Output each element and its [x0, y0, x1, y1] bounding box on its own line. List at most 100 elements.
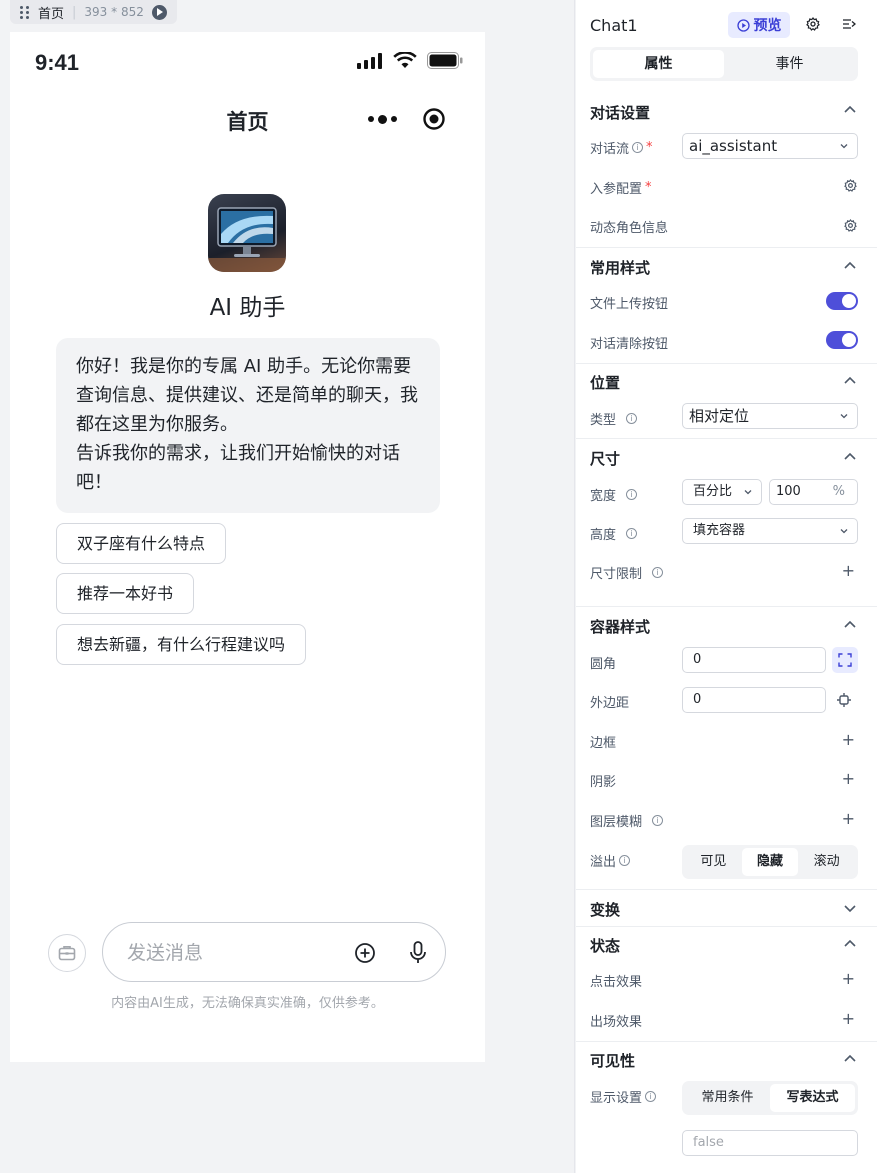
info-icon[interactable]: i [626, 489, 638, 500]
section-state[interactable]: 状态 [590, 935, 620, 956]
corner-radius-toggle[interactable] [832, 647, 858, 673]
play-circle-icon [736, 18, 750, 32]
section-dialog-settings[interactable]: 对话设置 [590, 102, 650, 123]
position-type-row: 类型 i [590, 409, 638, 428]
phone-preview: 9:41 首页 AI 助手 你好！我是你的专属 AI 助手。无论你需要查询信息、… [10, 32, 485, 1062]
settings-gear-icon[interactable] [806, 17, 820, 31]
suggestion-chip[interactable]: 想去新疆，有什么行程建议吗 [56, 624, 307, 665]
corners-icon [838, 653, 852, 667]
chevron-up-icon[interactable] [843, 261, 857, 271]
overflow-hidden[interactable]: 隐藏 [741, 848, 799, 876]
position-type-select[interactable]: 相对定位 [682, 403, 858, 429]
expression-input[interactable]: false [682, 1130, 858, 1156]
chevron-up-icon[interactable] [843, 939, 857, 949]
upload-button-toggle[interactable] [826, 292, 858, 310]
required-mark: * [646, 140, 653, 155]
page-name: 首页 [38, 6, 65, 22]
blur-row: 图层模糊 i [590, 811, 664, 830]
chevron-up-icon[interactable] [843, 452, 857, 462]
more-icon[interactable] [356, 114, 408, 124]
preview-button[interactable]: 预览 [728, 12, 790, 38]
message-input-box [102, 922, 446, 982]
add-enter-effect-icon[interactable]: + [842, 1011, 855, 1027]
chevron-down-icon [840, 144, 848, 149]
info-icon[interactable]: i [632, 142, 644, 153]
info-icon[interactable]: i [626, 413, 638, 424]
add-blur-icon[interactable]: + [842, 811, 855, 827]
input-params-row: 入参配置 * [590, 178, 652, 197]
flow-label-row: 对话流 i * [590, 138, 653, 157]
height-select[interactable]: 填充容器 [682, 518, 858, 544]
page-tag[interactable]: 首页 | 393 * 852 [10, 0, 177, 24]
message-input[interactable] [127, 937, 327, 969]
overflow-visible[interactable]: 可见 [685, 848, 742, 876]
display-common-conditions[interactable]: 常用条件 [685, 1084, 770, 1112]
settings-gear-icon[interactable] [844, 219, 857, 232]
margin-sides-icon[interactable] [837, 693, 851, 707]
battery-icon [427, 52, 463, 69]
radius-input[interactable]: 0 [682, 647, 826, 673]
blur-label: 图层模糊 [590, 815, 643, 830]
status-bar: 9:41 [10, 32, 485, 92]
greeting-bubble: 你好！我是你的专属 AI 助手。无论你需要查询信息、提供建议、还是简单的聊天，我… [56, 338, 440, 513]
add-click-effect-icon[interactable]: + [842, 971, 855, 987]
suggestion-chip[interactable]: 推荐一本好书 [56, 573, 195, 614]
flow-select[interactable]: ai_assistant [682, 133, 858, 159]
microphone-icon[interactable] [406, 940, 430, 966]
add-icon[interactable] [353, 941, 377, 965]
chevron-up-icon[interactable] [843, 620, 857, 630]
add-border-icon[interactable]: + [842, 732, 855, 748]
width-mode-select[interactable]: 百分比 [682, 479, 762, 505]
info-icon[interactable]: i [619, 855, 631, 866]
info-icon[interactable]: i [652, 567, 664, 578]
section-position[interactable]: 位置 [590, 372, 620, 393]
dynamic-role-label: 动态角色信息 [590, 221, 669, 236]
collapse-panel-icon[interactable] [842, 17, 856, 31]
section-container-style[interactable]: 容器样式 [590, 616, 650, 637]
chevron-up-icon[interactable] [843, 105, 857, 115]
display-mode-segmented: 常用条件 写表达式 [682, 1081, 858, 1115]
tab-events[interactable]: 事件 [724, 50, 855, 78]
page-size: 393 * 852 [84, 5, 144, 19]
divider [576, 926, 877, 927]
toolbox-button[interactable] [48, 934, 86, 972]
divider [576, 363, 877, 364]
component-title: Chat1 [590, 16, 638, 35]
display-settings-row: 显示设置 i [590, 1087, 657, 1106]
chevron-up-icon[interactable] [843, 376, 857, 386]
section-visibility[interactable]: 可见性 [590, 1050, 635, 1071]
greeting-line-1: 你好！我是你的专属 AI 助手。无论你需要查询信息、提供建议、还是简单的聊天，我… [76, 356, 418, 435]
info-icon[interactable]: i [645, 1091, 657, 1102]
chevron-up-icon[interactable] [843, 1054, 857, 1064]
assistant-name: AI 助手 [209, 295, 286, 321]
width-value-input[interactable]: 100% [769, 479, 858, 505]
play-icon[interactable] [151, 4, 167, 20]
briefcase-icon [58, 946, 76, 961]
radius-label: 圆角 [590, 657, 617, 672]
margin-input[interactable]: 0 [682, 687, 826, 713]
section-size[interactable]: 尺寸 [590, 448, 620, 469]
info-icon[interactable]: i [626, 528, 638, 539]
height-label: 高度 [590, 528, 617, 543]
add-shadow-icon[interactable]: + [842, 771, 855, 787]
section-common-style[interactable]: 常用样式 [590, 257, 650, 278]
preview-label: 预览 [753, 18, 782, 34]
section-transform[interactable]: 变换 [590, 899, 620, 920]
expression-value: false [693, 1135, 724, 1150]
tab-properties[interactable]: 属性 [593, 50, 724, 78]
info-icon[interactable]: i [652, 815, 664, 826]
size-limit-row: 尺寸限制 i [590, 563, 664, 582]
close-target-icon[interactable] [408, 107, 460, 131]
greeting-line-2: 告诉我你的需求，让我们开始愉快的对话吧！ [76, 443, 400, 493]
add-size-limit-icon[interactable]: + [842, 563, 855, 579]
display-expression[interactable]: 写表达式 [770, 1084, 855, 1112]
wifi-icon [393, 52, 417, 68]
divider [576, 438, 877, 439]
clear-button-toggle[interactable] [826, 331, 858, 349]
suggestion-chip[interactable]: 双子座有什么特点 [56, 523, 227, 564]
drag-handle-icon[interactable] [20, 6, 30, 19]
chevron-down-icon[interactable] [843, 903, 857, 913]
status-icons [357, 52, 463, 69]
settings-gear-icon[interactable] [844, 179, 857, 192]
overflow-scroll[interactable]: 滚动 [798, 848, 855, 876]
